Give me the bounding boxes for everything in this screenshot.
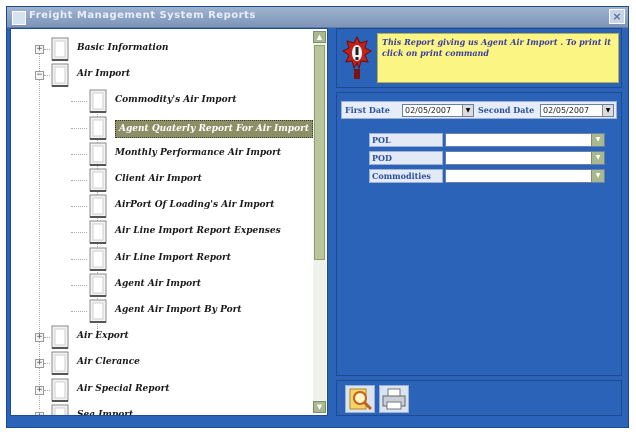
document-icon bbox=[89, 116, 107, 140]
preview-button[interactable] bbox=[345, 385, 375, 413]
chevron-down-icon[interactable]: ▼ bbox=[591, 134, 604, 146]
document-icon bbox=[51, 37, 69, 61]
tree-item[interactable]: Air Import bbox=[77, 69, 130, 79]
tree-connector bbox=[44, 363, 50, 365]
document-icon bbox=[51, 63, 69, 88]
document-icon bbox=[89, 247, 107, 271]
info-message: This Report giving us Agent Air Import .… bbox=[382, 37, 611, 58]
pod-label: POD bbox=[369, 151, 443, 165]
tree-connector bbox=[71, 153, 87, 155]
tree-connector bbox=[71, 232, 87, 234]
tree-expander-icon[interactable]: − bbox=[35, 71, 44, 81]
first-date-label: First Date bbox=[345, 105, 390, 115]
chevron-down-icon[interactable]: ▼ bbox=[591, 152, 604, 164]
commodities-label: Commodities bbox=[369, 169, 443, 183]
date-range-bar: First Date 02/05/2007 ▼ Second Date 02/0… bbox=[341, 101, 617, 119]
document-icon bbox=[51, 404, 69, 415]
tree-item[interactable]: Air Export bbox=[77, 331, 129, 341]
tree-connector bbox=[71, 127, 87, 129]
tree-expander-icon[interactable]: + bbox=[35, 45, 44, 54]
tree-item[interactable]: Commodity's Air Import bbox=[115, 95, 236, 105]
document-icon bbox=[51, 378, 69, 402]
scroll-thumb[interactable] bbox=[314, 45, 325, 260]
chevron-down-icon[interactable]: ▼ bbox=[591, 170, 604, 182]
commodities-select[interactable]: ▼ bbox=[445, 169, 605, 183]
tree-item[interactable]: Agent Air Import bbox=[115, 279, 201, 289]
printer-icon bbox=[382, 388, 406, 410]
second-date-label: Second Date bbox=[478, 105, 535, 115]
document-icon bbox=[89, 194, 107, 219]
tree-item[interactable]: Client Air Import bbox=[115, 174, 202, 184]
document-icon bbox=[51, 351, 69, 376]
title-bar[interactable]: Freight Management System Reports × bbox=[7, 7, 628, 28]
tree-item[interactable]: Agent Air Import By Port bbox=[115, 305, 242, 315]
first-date-picker[interactable]: 02/05/2007 ▼ bbox=[402, 104, 474, 117]
tree-connector bbox=[44, 389, 50, 391]
tree-connector bbox=[44, 337, 50, 339]
chevron-down-icon[interactable]: ▼ bbox=[462, 105, 473, 116]
exclamation-icon bbox=[342, 35, 372, 79]
tree-item[interactable]: Air Clerance bbox=[77, 357, 140, 367]
tree-connector bbox=[71, 101, 87, 103]
document-icon bbox=[51, 325, 69, 350]
tree-expander-icon[interactable]: + bbox=[35, 333, 44, 343]
scroll-up-button[interactable]: ▲ bbox=[313, 31, 326, 43]
tree-item[interactable]: AirPort Of Loading's Air Import bbox=[115, 200, 274, 210]
preview-search-icon bbox=[349, 388, 373, 411]
tree-expander-icon[interactable]: + bbox=[35, 385, 44, 395]
window-title: Freight Management System Reports bbox=[29, 10, 256, 21]
tree-connector bbox=[71, 206, 87, 208]
filter-panel: First Date 02/05/2007 ▼ Second Date 02/0… bbox=[336, 92, 622, 376]
tree-item[interactable]: Monthly Performance Air Import bbox=[115, 148, 281, 158]
document-icon bbox=[89, 89, 107, 114]
action-toolbar bbox=[336, 380, 622, 416]
tree-expander-icon[interactable]: + bbox=[35, 411, 44, 415]
tree-connector bbox=[71, 258, 87, 260]
chevron-down-icon[interactable]: ▼ bbox=[602, 105, 613, 116]
second-date-value: 02/05/2007 bbox=[543, 106, 590, 115]
info-message-box: This Report giving us Agent Air Import .… bbox=[377, 33, 619, 83]
first-date-value: 02/05/2007 bbox=[405, 106, 452, 115]
tree-connector bbox=[44, 49, 50, 50]
document-icon bbox=[89, 220, 107, 245]
tree-connector bbox=[71, 284, 87, 286]
document-icon bbox=[89, 142, 107, 166]
document-icon bbox=[89, 273, 107, 297]
document-icon bbox=[89, 168, 107, 192]
tree-connector bbox=[39, 49, 40, 409]
pol-select[interactable]: ▼ bbox=[445, 133, 605, 147]
tree-item-selected[interactable]: Agent Quaterly Report For Air Import bbox=[115, 119, 313, 138]
close-button[interactable]: × bbox=[609, 9, 625, 24]
tree-connector bbox=[44, 75, 50, 77]
pod-select[interactable]: ▼ bbox=[445, 151, 605, 165]
report-tree: + Basic Information − Air Import Commodity's… bbox=[10, 28, 328, 416]
tree-connector bbox=[71, 180, 87, 181]
tree-item[interactable]: Air Line Import Report bbox=[115, 253, 231, 263]
tree-scrollbar[interactable]: ▲ ▼ bbox=[313, 31, 326, 413]
tree-item[interactable]: Air Line Import Report Expenses bbox=[115, 226, 281, 236]
document-icon bbox=[89, 299, 107, 323]
tree-expander-icon[interactable]: + bbox=[35, 359, 44, 369]
print-button[interactable] bbox=[379, 385, 409, 413]
pol-label: POL bbox=[369, 133, 443, 147]
tree-item[interactable]: Air Special Report bbox=[77, 384, 169, 394]
tree-connector bbox=[71, 311, 87, 312]
scroll-down-button[interactable]: ▼ bbox=[313, 401, 326, 413]
app-icon bbox=[12, 11, 26, 25]
tree-item[interactable]: Basic Information bbox=[77, 43, 168, 53]
tree-item[interactable]: Sea Import bbox=[77, 410, 133, 415]
info-panel: This Report giving us Agent Air Import .… bbox=[336, 28, 622, 88]
second-date-picker[interactable]: 02/05/2007 ▼ bbox=[540, 104, 614, 117]
